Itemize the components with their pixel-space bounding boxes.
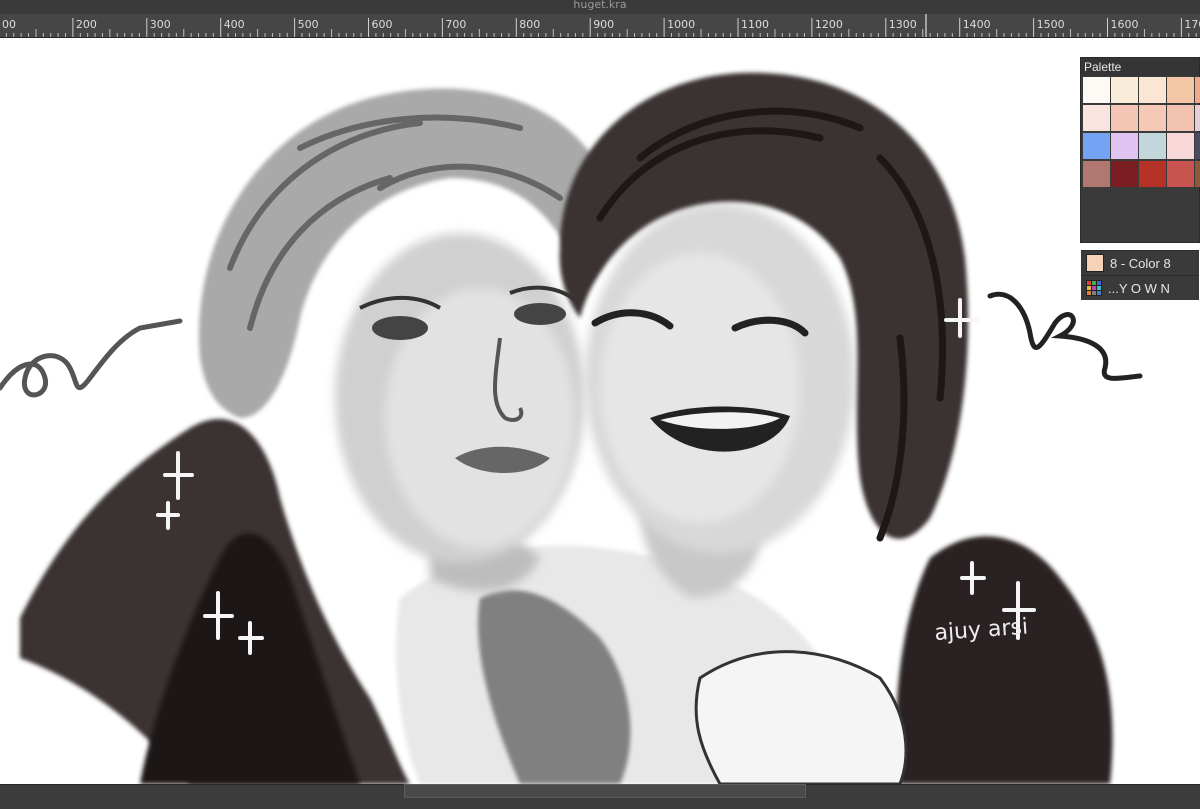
palette-swatch[interactable] <box>1139 77 1166 103</box>
ruler-label: 200 <box>76 18 97 31</box>
palette-swatch[interactable] <box>1195 133 1200 159</box>
ruler-label: 1200 <box>815 18 843 31</box>
palette-swatch[interactable] <box>1167 133 1194 159</box>
right-squiggle <box>987 291 1143 381</box>
ruler-label: 700 <box>445 18 466 31</box>
current-color-chip <box>1086 254 1104 272</box>
ruler-label: 1700 <box>1184 18 1200 31</box>
palette-swatch[interactable] <box>1195 161 1200 187</box>
ruler-label: 1600 <box>1111 18 1139 31</box>
ruler-label: 500 <box>298 18 319 31</box>
artwork-illustration: ajuy arsi <box>0 72 1143 784</box>
ruler-label: 00 <box>2 18 16 31</box>
ruler-label: 1500 <box>1037 18 1065 31</box>
palette-swatch[interactable] <box>1111 133 1138 159</box>
ruler-scale: 00 200 300 400 500 600 700 800 900 1000 1100 1200 13… <box>2 14 1200 37</box>
palette-swatch[interactable] <box>1111 105 1138 131</box>
palette-swatch[interactable] <box>1083 161 1110 187</box>
ruler-label: 800 <box>519 18 540 31</box>
palette-swatch[interactable] <box>1139 133 1166 159</box>
palette-grid-icon <box>1086 280 1102 296</box>
palette-swatch[interactable] <box>1083 105 1110 131</box>
ruler-label: 1400 <box>963 18 991 31</box>
palette-swatch[interactable] <box>1167 105 1194 131</box>
ruler-label: 900 <box>593 18 614 31</box>
ruler-label: 1100 <box>741 18 769 31</box>
palette-swatch[interactable] <box>1167 77 1194 103</box>
palette-swatch[interactable] <box>1167 161 1194 187</box>
horizontal-scrollbar[interactable] <box>404 784 806 798</box>
palette-swatch[interactable] <box>1111 77 1138 103</box>
palette-swatch[interactable] <box>1083 133 1110 159</box>
horizontal-ruler[interactable]: 00 200 300 400 500 600 700 800 900 1000 1100 1200 13… <box>0 14 1200 38</box>
palette-title: Palette <box>1081 58 1199 76</box>
ruler-label: 400 <box>224 18 245 31</box>
palette-set-selector[interactable]: ...Y O W N <box>1081 275 1199 300</box>
palette-docker: Palette 8 - Color 8 ...Y O W N <box>1080 57 1200 300</box>
left-squiggle <box>0 318 183 398</box>
palette-swatch[interactable] <box>1195 77 1200 103</box>
right-jacket <box>896 536 1113 784</box>
canvas[interactable]: ajuy arsi <box>0 38 1200 784</box>
palette-swatch[interactable] <box>1139 161 1166 187</box>
palette-swatch-grid <box>1083 77 1200 243</box>
ruler-label: 1000 <box>667 18 695 31</box>
ruler-label: 1300 <box>889 18 917 31</box>
palette-set-label: ...Y O W N <box>1108 280 1170 296</box>
palette-swatch[interactable] <box>1195 105 1200 131</box>
current-color-row[interactable]: 8 - Color 8 <box>1081 250 1199 275</box>
window-title: huget.kra <box>0 0 1200 14</box>
palette-swatch[interactable] <box>1111 161 1138 187</box>
ruler-label: 600 <box>372 18 393 31</box>
palette-swatch[interactable] <box>1139 105 1166 131</box>
ruler-label: 300 <box>150 18 171 31</box>
current-color-label: 8 - Color 8 <box>1110 255 1171 271</box>
palette-swatch[interactable] <box>1083 77 1110 103</box>
